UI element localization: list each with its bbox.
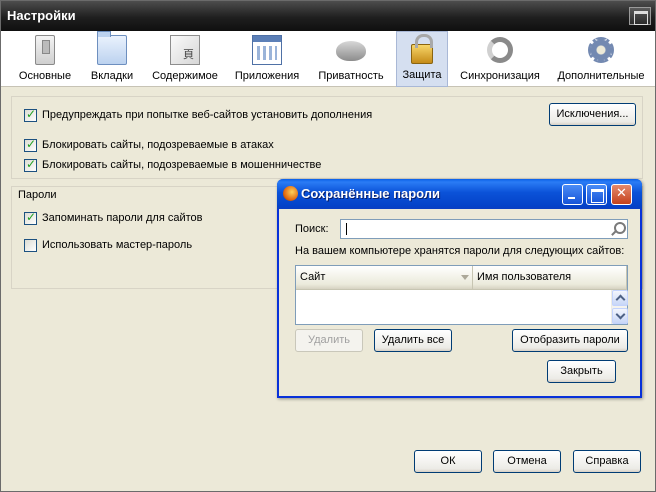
master-password-row[interactable]: Использовать мастер-пароль (24, 238, 192, 252)
maximize-button[interactable] (629, 7, 651, 25)
scroll-up-icon[interactable] (612, 290, 628, 306)
remove-all-button[interactable]: Удалить все (374, 329, 452, 352)
tab-content[interactable]: Содержимое (149, 31, 221, 87)
master-password-checkbox[interactable] (24, 238, 37, 252)
scroll-down-icon[interactable] (612, 308, 628, 324)
cancel-button[interactable]: Отмена (493, 450, 561, 473)
sort-arrow-icon (461, 275, 469, 280)
advanced-gear-icon (588, 37, 614, 63)
window-title: Настройки (7, 8, 76, 23)
block-forgery-checkbox[interactable] (24, 157, 37, 172)
content-icon (170, 35, 200, 65)
search-label: Поиск: (295, 223, 329, 235)
tab-content-label: Содержимое (152, 70, 218, 82)
saved-passwords-table[interactable]: Сайт Имя пользователя (295, 265, 628, 325)
help-button[interactable]: Справка (573, 450, 641, 473)
window-titlebar[interactable]: Настройки (1, 1, 655, 31)
remember-passwords-label: Запоминать пароли для сайтов (42, 212, 203, 224)
close-button[interactable]: Закрыть (547, 360, 616, 383)
tab-applications-label: Приложения (234, 70, 300, 82)
warn-addons-checkbox[interactable] (24, 107, 37, 122)
master-password-label: Использовать мастер-пароль (42, 239, 193, 251)
tab-sync-label: Синхронизация (460, 70, 540, 82)
security-group: Предупреждать при попытке веб-сайтов уст… (11, 96, 643, 179)
block-attack-label: Блокировать сайты, подозреваемые в атака… (42, 139, 274, 151)
saved-passwords-dialog: Сохранённые пароли Поиск: На вашем компь… (277, 179, 642, 398)
tab-advanced[interactable]: Дополнительные (554, 31, 648, 87)
column-header-site[interactable]: Сайт (296, 266, 473, 290)
tab-applications[interactable]: Приложения (230, 31, 304, 87)
column-header-username[interactable]: Имя пользователя (473, 266, 627, 290)
tab-tabs-label: Вкладки (90, 70, 134, 82)
tab-privacy[interactable]: Приватность (313, 31, 389, 87)
warn-addons-checkbox-row[interactable]: Предупреждать при попытке веб-сайтов уст… (24, 107, 373, 122)
remember-passwords-checkbox[interactable] (24, 210, 37, 225)
tab-security[interactable]: Защита (396, 31, 448, 87)
block-forgery-label: Блокировать сайты, подозреваемые в мошен… (42, 159, 322, 171)
tab-general[interactable]: Основные (15, 31, 75, 87)
preferences-toolbar: Основные Вкладки Содержимое Приложения П… (1, 31, 655, 87)
column-username-label: Имя пользователя (477, 271, 572, 283)
column-site-label: Сайт (300, 271, 326, 283)
warn-addons-label: Предупреждать при попытке веб-сайтов уст… (42, 109, 373, 121)
security-lock-icon (411, 34, 433, 64)
minimize-button[interactable] (562, 184, 583, 205)
dialog-titlebar[interactable]: Сохранённые пароли (277, 179, 642, 209)
tab-general-label: Основные (18, 70, 72, 82)
tab-sync[interactable]: Синхронизация (457, 31, 543, 87)
applications-icon (252, 35, 282, 65)
text-caret (346, 223, 347, 235)
block-attack-checkbox[interactable] (24, 137, 37, 152)
dialog-title: Сохранённые пароли (301, 186, 441, 201)
general-switch-icon (35, 35, 55, 65)
tab-tabs[interactable]: Вкладки (83, 31, 141, 87)
maximize-button[interactable] (586, 184, 607, 205)
remember-passwords-row[interactable]: Запоминать пароли для сайтов (24, 210, 203, 225)
block-forgery-checkbox-row[interactable]: Блокировать сайты, подозреваемые в мошен… (24, 157, 322, 172)
close-icon[interactable] (611, 184, 632, 205)
search-icon[interactable] (609, 221, 626, 237)
table-scrollbar[interactable] (611, 290, 628, 324)
info-text: На вашем компьютере хранятся пароли для … (295, 245, 625, 257)
tab-security-label: Защита (402, 69, 442, 81)
passwords-group-label: Пароли (18, 189, 57, 201)
exceptions-button[interactable]: Исключения... (549, 103, 636, 126)
remove-button[interactable]: Удалить (295, 329, 363, 352)
block-attack-checkbox-row[interactable]: Блокировать сайты, подозреваемые в атака… (24, 137, 274, 152)
ok-button[interactable]: ОК (414, 450, 482, 473)
tab-advanced-label: Дополнительные (557, 70, 645, 82)
firefox-icon (283, 186, 298, 201)
tab-privacy-label: Приватность (318, 70, 384, 82)
show-passwords-button[interactable]: Отобразить пароли (512, 329, 628, 352)
sync-icon (487, 37, 513, 63)
privacy-mask-icon (336, 41, 366, 61)
tabs-folder-icon (97, 31, 127, 65)
search-input[interactable] (340, 219, 628, 239)
